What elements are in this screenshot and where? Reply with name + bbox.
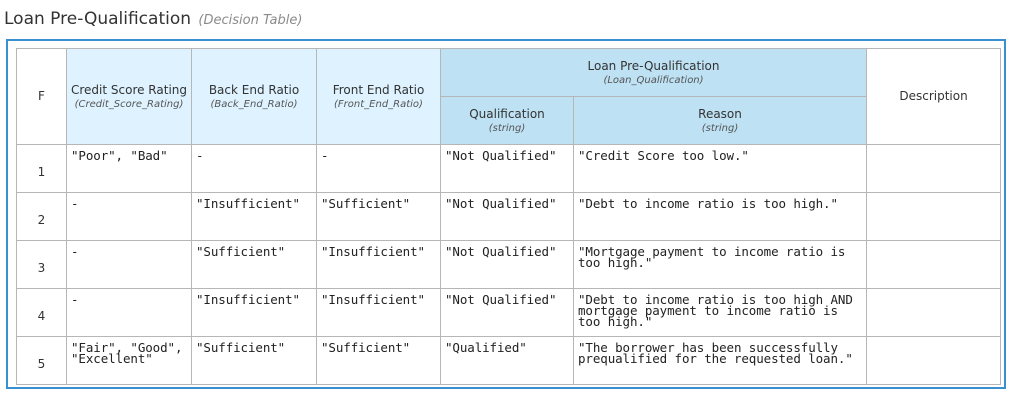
decision-table: F Credit Score Rating (Credit_Score_Rati… xyxy=(16,48,1002,385)
cell-qualification[interactable]: "Not Qualified" xyxy=(440,192,574,241)
rule-number[interactable]: 5 xyxy=(16,336,67,385)
decision-table-kind: (Decision Table) xyxy=(198,13,303,28)
rule-row-4: 4 - "Insufficient" "Insufficient" "Not Q… xyxy=(16,288,1002,337)
cell-front-end-ratio[interactable]: "Insufficient" xyxy=(316,288,441,337)
cell-reason[interactable]: "Credit Score too low." xyxy=(572,144,868,193)
cell-description[interactable] xyxy=(866,144,1002,193)
cell-credit-score-rating[interactable]: "Poor", "Bad" xyxy=(66,144,192,193)
output-header-reason[interactable]: Reason (string) xyxy=(572,96,868,145)
input-header-back-end-ratio[interactable]: Back End Ratio (Back_End_Ratio) xyxy=(191,48,317,145)
cell-back-end-ratio[interactable]: "Sufficient" xyxy=(191,240,317,289)
decision-table-name: Loan Pre-Qualification xyxy=(4,9,192,29)
rule-row-5: 5 "Fair", "Good", "Excellent" "Sufficien… xyxy=(16,336,1002,385)
cell-credit-score-rating[interactable]: - xyxy=(66,288,192,337)
cell-description[interactable] xyxy=(866,192,1002,241)
cell-back-end-ratio[interactable]: "Insufficient" xyxy=(191,192,317,241)
cell-description[interactable] xyxy=(866,336,1002,385)
cell-qualification[interactable]: "Not Qualified" xyxy=(440,144,574,193)
decision-table-frame: F Credit Score Rating (Credit_Score_Rati… xyxy=(6,39,1006,389)
cell-credit-score-rating[interactable]: - xyxy=(66,192,192,241)
cell-qualification[interactable]: "Not Qualified" xyxy=(440,288,574,337)
cell-front-end-ratio[interactable]: - xyxy=(316,144,441,193)
cell-reason[interactable]: "Debt to income ratio is too high." xyxy=(572,192,868,241)
rule-row-3: 3 - "Sufficient" "Insufficient" "Not Qua… xyxy=(16,240,1002,289)
cell-back-end-ratio[interactable]: "Sufficient" xyxy=(191,336,317,385)
cell-credit-score-rating[interactable]: - xyxy=(66,240,192,289)
rule-number[interactable]: 3 xyxy=(16,240,67,289)
cell-credit-score-rating[interactable]: "Fair", "Good", "Excellent" xyxy=(66,336,192,385)
output-header-qualification[interactable]: Qualification (string) xyxy=(440,96,574,145)
cell-reason[interactable]: "The borrower has been successfully preq… xyxy=(572,336,868,385)
cell-front-end-ratio[interactable]: "Sufficient" xyxy=(316,336,441,385)
output-group-header[interactable]: Loan Pre-Qualification (Loan_Qualificati… xyxy=(439,48,868,97)
hit-policy-header[interactable]: F xyxy=(16,48,67,145)
cell-description[interactable] xyxy=(866,240,1002,289)
cell-qualification[interactable]: "Qualified" xyxy=(440,336,574,385)
input-header-credit-score-rating[interactable]: Credit Score Rating (Credit_Score_Rating… xyxy=(66,48,192,145)
cell-reason[interactable]: "Mortgage payment to income ratio is too… xyxy=(572,240,868,289)
rule-number[interactable]: 2 xyxy=(16,192,67,241)
cell-front-end-ratio[interactable]: "Insufficient" xyxy=(316,240,441,289)
cell-back-end-ratio[interactable]: - xyxy=(191,144,317,193)
rule-number[interactable]: 1 xyxy=(16,144,67,193)
cell-reason[interactable]: "Debt to income ratio is too high AND mo… xyxy=(572,288,868,337)
rule-row-1: 1 "Poor", "Bad" - - "Not Qualified" "Cre… xyxy=(16,144,1002,193)
annotation-header-description[interactable]: Description xyxy=(866,48,1002,145)
cell-description[interactable] xyxy=(866,288,1002,337)
cell-qualification[interactable]: "Not Qualified" xyxy=(440,240,574,289)
cell-front-end-ratio[interactable]: "Sufficient" xyxy=(316,192,441,241)
decision-table-title: Loan Pre-Qualification (Decision Table) xyxy=(4,6,302,32)
input-header-front-end-ratio[interactable]: Front End Ratio (Front_End_Ratio) xyxy=(316,48,441,145)
rule-number[interactable]: 4 xyxy=(16,288,67,337)
rule-row-2: 2 - "Insufficient" "Sufficient" "Not Qua… xyxy=(16,192,1002,241)
cell-back-end-ratio[interactable]: "Insufficient" xyxy=(191,288,317,337)
